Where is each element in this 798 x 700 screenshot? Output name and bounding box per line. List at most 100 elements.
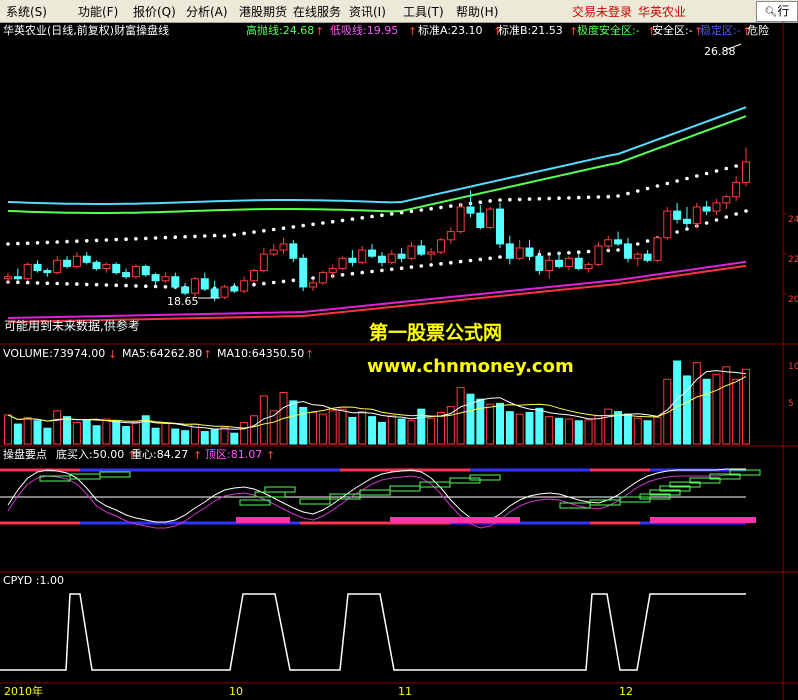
candle-body xyxy=(43,270,52,274)
candle-body xyxy=(13,276,22,280)
white-dotted-band xyxy=(596,195,601,199)
lower-dotted-band xyxy=(271,280,276,285)
white-dotted-band xyxy=(94,238,99,243)
lower-dotted-band xyxy=(25,280,30,285)
volume-bar xyxy=(112,421,121,445)
white-dotted-band xyxy=(478,200,483,204)
lower-dotted-band xyxy=(55,281,59,286)
price-axis-20: 20 xyxy=(788,295,798,305)
candle-body xyxy=(377,255,386,263)
indicator-standard-a: 标准A:23.10 xyxy=(418,24,483,37)
lower-dotted-band xyxy=(350,271,355,276)
pattern-step-box xyxy=(419,481,451,488)
pattern-title: 操盘要点 xyxy=(3,448,47,461)
volume-bar xyxy=(712,373,721,445)
candle-body xyxy=(397,253,406,259)
volume-bar xyxy=(496,402,504,445)
lower-dotted-band xyxy=(65,282,69,286)
volume-bar xyxy=(545,416,554,445)
volume-bar xyxy=(33,420,42,445)
white-dotted-band xyxy=(311,222,315,227)
indicator-danger: 危险 xyxy=(747,24,769,37)
volume-bar xyxy=(604,408,613,445)
volume-bar xyxy=(427,417,436,445)
lower-dotted-band xyxy=(409,265,414,269)
volume-bar xyxy=(240,421,249,445)
volume-ma5: MA5:64262.80 xyxy=(122,347,203,360)
volume-axis-5: 5 xyxy=(788,399,794,409)
white-dotted-band xyxy=(695,174,699,178)
candle-body xyxy=(466,206,475,214)
candle-body xyxy=(328,268,337,274)
candle-body xyxy=(72,255,81,267)
volume-bar xyxy=(72,421,81,445)
indicator-extreme-safe: 极度安全区:- xyxy=(577,24,640,37)
lower-dotted-band xyxy=(704,221,709,225)
white-dotted-band xyxy=(675,179,679,183)
candle-body xyxy=(190,278,199,294)
candle-body xyxy=(269,249,278,255)
volume-bar xyxy=(397,418,406,445)
lower-dotted-band xyxy=(429,263,433,267)
candle-body xyxy=(230,286,239,292)
white-dotted-band xyxy=(84,239,89,243)
white-dotted-band xyxy=(75,239,79,243)
lower-dotted-band xyxy=(370,269,374,274)
white-dotted-band xyxy=(173,235,178,239)
candle-body xyxy=(732,181,741,198)
candle-body xyxy=(250,270,258,282)
volume-bar xyxy=(63,416,72,445)
lower-dotted-band xyxy=(262,281,266,286)
candle-body xyxy=(476,212,485,228)
volume-bar xyxy=(122,426,131,445)
white-dotted-band xyxy=(419,208,424,212)
lower-dotted-band xyxy=(360,270,365,275)
volume-bar xyxy=(250,415,258,445)
lower-dotted-band xyxy=(389,267,394,272)
white-dotted-band xyxy=(330,219,335,224)
candle-body xyxy=(623,243,632,259)
white-dotted-band xyxy=(665,181,670,186)
white-dotted-band xyxy=(567,196,571,200)
volume-bar xyxy=(653,416,662,445)
candle-body xyxy=(594,245,603,265)
lower-dotted-band xyxy=(104,283,109,287)
candle-body xyxy=(289,243,298,259)
volume-bar xyxy=(309,411,318,445)
lower-dotted-band xyxy=(419,264,424,268)
upper-band-line xyxy=(7,106,747,205)
lower-dotted-band xyxy=(45,281,50,286)
volume-bar xyxy=(466,393,475,445)
candle-body xyxy=(564,257,573,267)
white-dotted-band xyxy=(114,237,119,242)
white-dotted-band xyxy=(252,230,256,234)
volume-bar xyxy=(23,416,32,445)
white-dotted-band xyxy=(124,237,128,241)
lower-dotted-band xyxy=(16,280,20,285)
candle-body xyxy=(4,276,12,280)
volume-bar xyxy=(387,415,396,445)
white-dotted-band xyxy=(104,238,109,242)
up-arrow-icon: ↑ xyxy=(203,348,212,361)
white-dotted-band xyxy=(340,218,345,223)
volume-bar xyxy=(377,421,386,445)
white-dotted-band xyxy=(350,217,355,221)
lower-dotted-band xyxy=(449,260,453,265)
lower-dotted-band xyxy=(380,268,384,273)
chart-canvas: ↑ ↑ ↑ ↑ ↑ ↑ ↑↓ ↑ ↑↑ ↑ ↑ xyxy=(0,22,798,700)
volume-bar xyxy=(82,419,91,445)
candle-body xyxy=(456,206,465,233)
candle-body xyxy=(220,286,229,298)
white-dotted-band xyxy=(35,241,40,245)
candle-body xyxy=(131,265,140,278)
candle-body xyxy=(112,263,121,274)
candle-body xyxy=(742,161,750,183)
candle-body xyxy=(151,274,160,282)
volume-bar xyxy=(328,410,337,445)
white-dotted-band xyxy=(734,164,738,168)
volume-bar xyxy=(574,420,583,445)
up-arrow-icon: ↑ xyxy=(408,25,417,38)
candle-body xyxy=(309,282,318,288)
volume-bar xyxy=(181,430,190,445)
white-dotted-band xyxy=(449,204,453,208)
